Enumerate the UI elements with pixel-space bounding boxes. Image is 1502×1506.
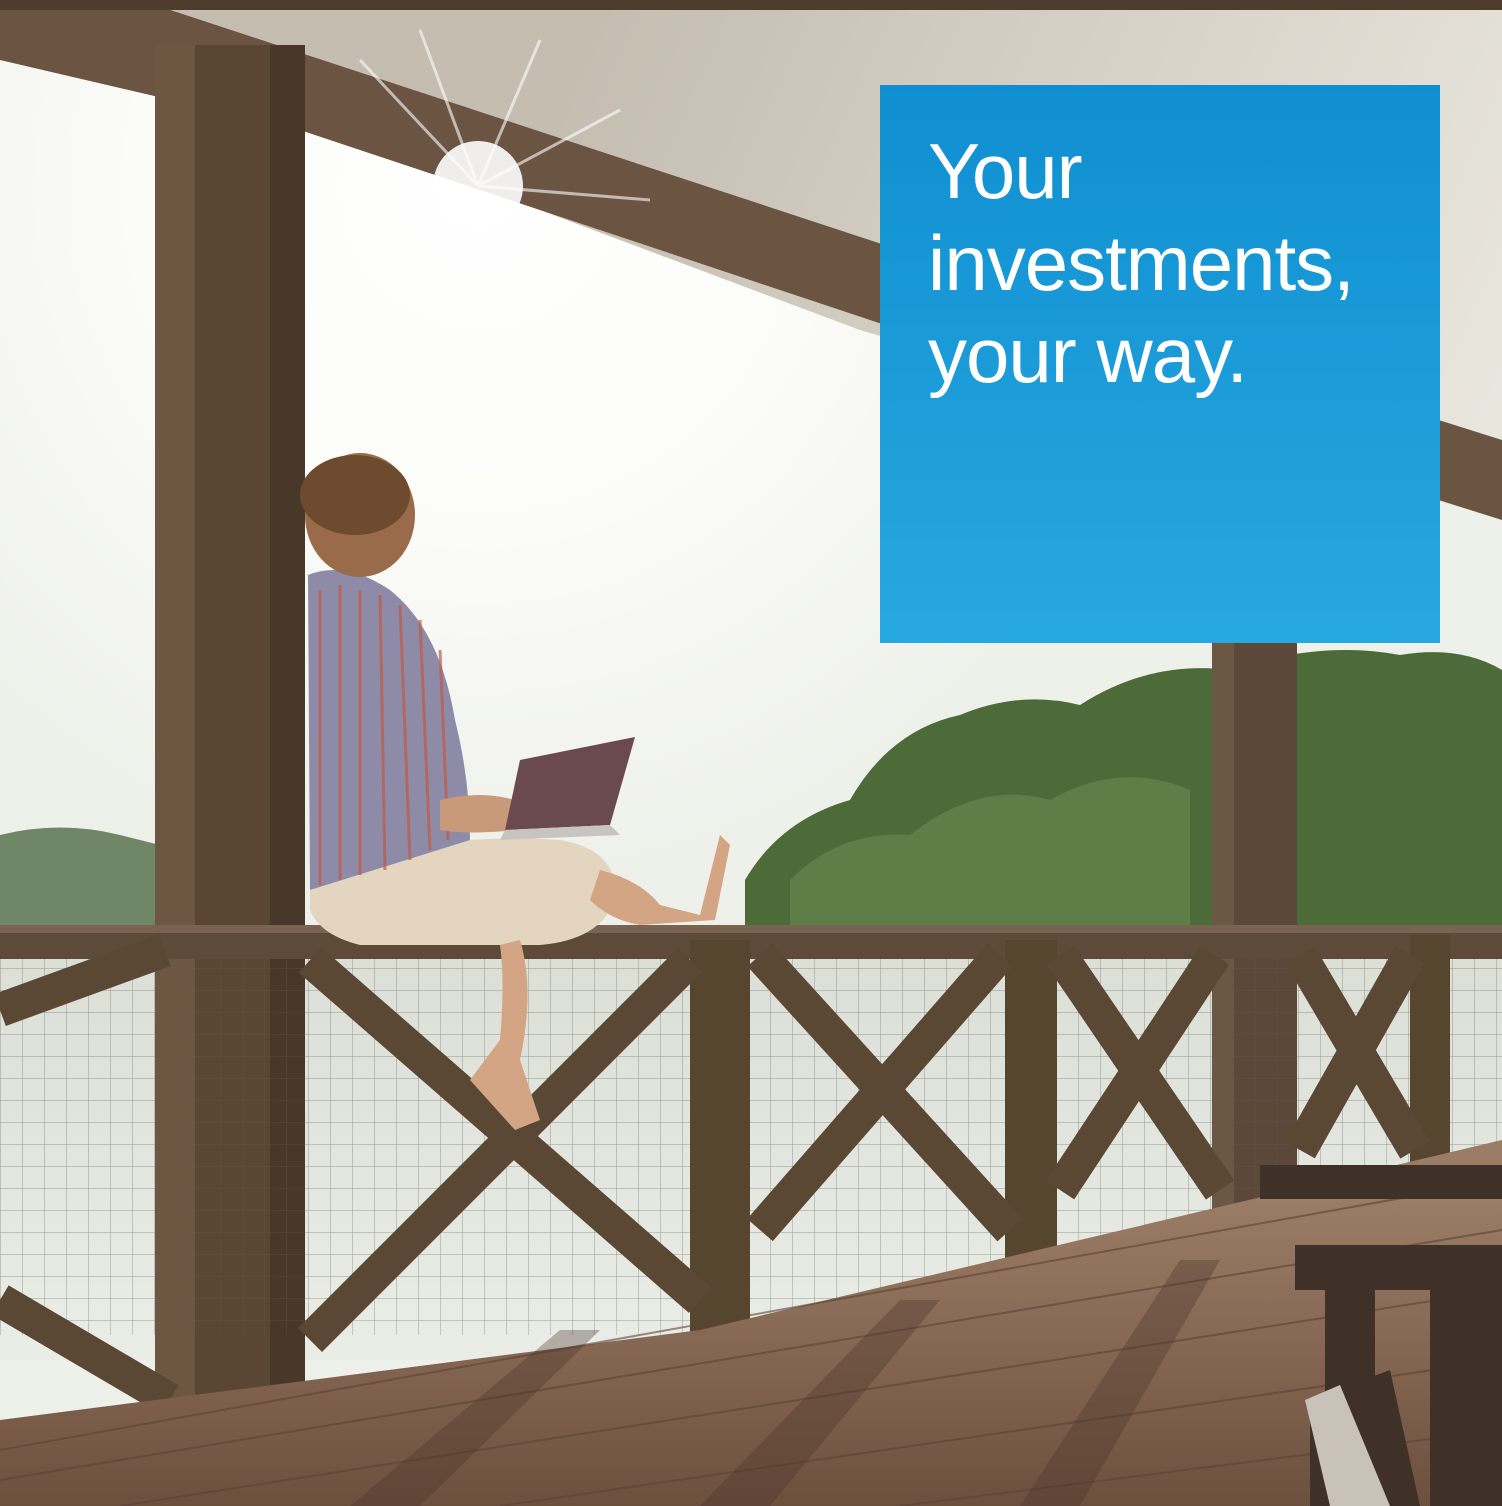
- headline-line-1: Your: [928, 127, 1083, 215]
- headline-line-3: your way.: [928, 311, 1248, 399]
- headline-line-2: investments,: [928, 219, 1355, 307]
- headline: Your investments, your way.: [928, 125, 1404, 401]
- hero-image: Your investments, your way.: [0, 0, 1502, 1506]
- headline-panel: Your investments, your way.: [880, 85, 1440, 643]
